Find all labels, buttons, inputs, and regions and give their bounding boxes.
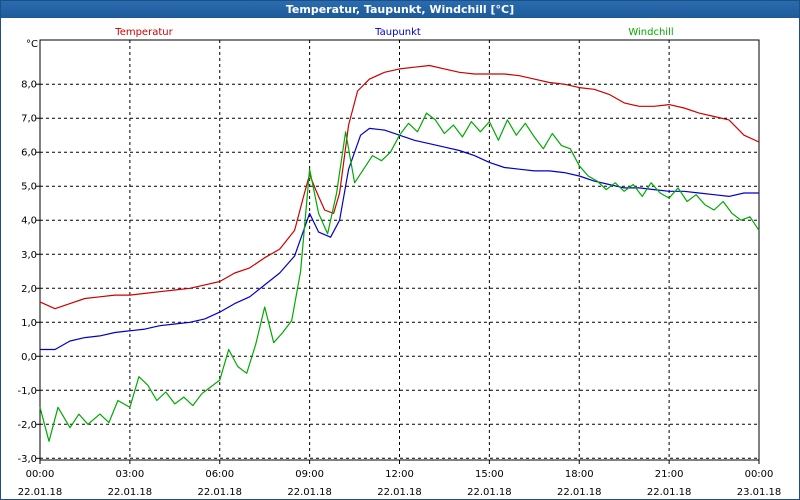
y-tick-label: 4,0 (21, 216, 37, 227)
x-tick-date-label: 22.01.18 (467, 487, 512, 498)
x-tick-date-label: 22.01.18 (377, 487, 422, 498)
legend-label-temperatur: Temperatur (114, 27, 173, 38)
y-tick-label: 3,0 (21, 250, 37, 261)
x-tick-time-label: 15:00 (475, 469, 504, 480)
x-tick-time-label: 21:00 (655, 469, 684, 480)
y-tick-label: 7,0 (21, 114, 37, 125)
y-tick-label: 2,0 (21, 284, 37, 295)
y-tick-label: 5,0 (21, 182, 37, 193)
window-title: Temperatur, Taupunkt, Windchill [°C] (1, 1, 799, 18)
y-tick-label: -2,0 (17, 420, 37, 431)
x-tick-date-label: 22.01.18 (557, 487, 602, 498)
legend-label-windchill: Windchill (628, 27, 673, 38)
grid (40, 40, 759, 460)
y-axis-unit-label: °C (26, 39, 38, 50)
legend: Temperatur Taupunkt Windchill (114, 27, 673, 38)
x-tick-date-label: 22.01.18 (108, 487, 153, 498)
chart-window: Temperatur, Taupunkt, Windchill [°C] -3,… (0, 0, 800, 500)
x-tick-time-label: 00:00 (26, 469, 55, 480)
x-tick-date-label: 23.01.18 (737, 487, 782, 498)
x-tick-time-label: 00:00 (745, 469, 774, 480)
x-tick-date-label: 22.01.18 (18, 487, 63, 498)
y-tick-label: -3,0 (17, 454, 37, 465)
y-tick-label: -1,0 (17, 386, 37, 397)
y-tick-label: 6,0 (21, 148, 37, 159)
x-tick-time-label: 12:00 (385, 469, 414, 480)
x-tick-time-label: 03:00 (115, 469, 144, 480)
x-tick-time-label: 06:00 (205, 469, 234, 480)
x-tick-time-label: 18:00 (565, 469, 594, 480)
legend-label-taupunkt: Taupunkt (374, 27, 421, 38)
y-tick-label: 1,0 (21, 318, 37, 329)
x-tick-time-label: 09:00 (295, 469, 324, 480)
y-tick-label: 0,0 (21, 352, 37, 363)
y-tick-label: 8,0 (21, 80, 37, 91)
line-chart: -3,0 -2,0 -1,0 0,0 1,0 2,0 3,0 4,0 5,0 6,0 7,0 8,0 °… (17, 27, 782, 498)
x-tick-date-label: 22.01.18 (647, 487, 692, 498)
x-tick-date-label: 22.01.18 (287, 487, 332, 498)
x-tick-date-label: 22.01.18 (197, 487, 242, 498)
